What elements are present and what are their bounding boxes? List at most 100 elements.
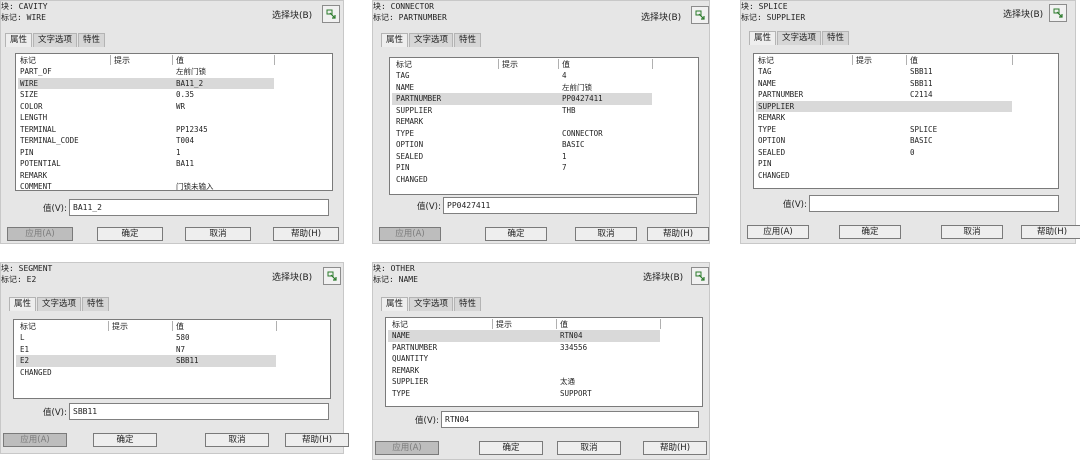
table-row[interactable]: PIN 1 [16,147,332,159]
tab-attributes[interactable]: 属性 [381,297,409,311]
tab-properties[interactable]: 特性 [78,33,106,47]
table-row[interactable]: NAME SBB11 [754,78,1058,90]
ok-button[interactable]: 确定 [485,227,547,241]
select-block-button[interactable]: 选择块(B) [643,270,683,283]
tab-bar: 属性 文字选项 特性 [5,33,106,47]
table-row[interactable]: TERMINAL PP12345 [16,124,332,136]
table-row[interactable]: REMARK [16,170,332,182]
cancel-button[interactable]: 取消 [205,433,269,447]
select-block-icon[interactable] [322,5,340,23]
row-tag: PART_OF [20,67,52,76]
column-hint: 提示 [114,56,130,65]
table-row[interactable]: L 580 [14,332,330,344]
cancel-button[interactable]: 取消 [575,227,637,241]
attribute-table: 标记 提示 值 TAG 4 NAME 左前门锁 PARTNUMBER PP0427411 SUPP… [389,57,699,195]
value-input[interactable]: RTN04 [441,411,699,428]
help-button[interactable]: 帮助(H) [285,433,349,447]
table-row[interactable]: E2 SBB11 [14,355,330,367]
table-row[interactable]: PIN [754,158,1058,170]
table-row[interactable]: TYPE SUPPORT [386,388,702,400]
tab-properties[interactable]: 特性 [454,297,482,311]
table-row[interactable]: LENGTH [16,112,332,124]
ok-button[interactable]: 确定 [97,227,163,241]
table-row[interactable]: REMARK [390,116,698,128]
table-row[interactable]: OPTION BASIC [754,135,1058,147]
row-tag: REMARK [396,117,424,126]
table-row[interactable]: NAME RTN04 [386,330,702,342]
table-row[interactable]: NAME 左前门锁 [390,82,698,94]
value-label: 值(V): [783,200,807,210]
tab-text-options[interactable]: 文字选项 [409,297,454,311]
table-row[interactable]: CHANGED [14,367,330,379]
table-row[interactable]: SIZE 0.35 [16,89,332,101]
table-row[interactable]: OPTION BASIC [390,139,698,151]
help-button[interactable]: 帮助(H) [643,441,707,455]
row-tag: SUPPLIER [392,377,429,386]
ok-button[interactable]: 确定 [479,441,543,455]
row-tag: CHANGED [758,170,790,180]
help-button[interactable]: 帮助(H) [273,227,339,241]
help-button[interactable]: 帮助(H) [647,227,709,241]
value-label: 值(V): [43,408,67,418]
tab-text-options[interactable]: 文字选项 [777,31,822,45]
ok-button[interactable]: 确定 [839,225,901,239]
table-row[interactable]: CHANGED [390,174,698,186]
apply-button[interactable]: 应用(A) [747,225,809,239]
attribute-dialog-splice: 块: SPLICE 标记: SUPPLIER 选择块(B) 属性 文字选项 特性 标记 提示值… [740,0,1080,244]
cancel-button[interactable]: 取消 [185,227,251,241]
table-row[interactable]: POTENTIAL BA11 [16,158,332,170]
tag-value: NAME [398,275,418,284]
table-row[interactable]: TYPE SPLICE [754,124,1058,136]
select-block-icon[interactable] [323,267,341,285]
column-separator [498,59,499,69]
select-block-button[interactable]: 选择块(B) [272,8,312,21]
value-input[interactable]: PP0427411 [443,197,697,214]
tab-properties[interactable]: 特性 [454,33,482,47]
table-row[interactable]: SEALED 0 [754,147,1058,159]
value-input[interactable] [809,195,1059,212]
table-row[interactable]: PARTNUMBER PP0427411 [390,93,698,105]
table-row[interactable]: CHANGED [754,170,1058,182]
value-input[interactable]: SBB11 [69,403,329,420]
table-row[interactable]: COMMENT 门锁未输入 [16,181,332,190]
table-row[interactable]: SUPPLIER [754,100,1058,112]
tab-attributes[interactable]: 属性 [381,33,409,47]
select-block-icon[interactable] [1049,4,1067,22]
table-row[interactable]: SEALED 1 [390,151,698,163]
select-block-button[interactable]: 选择块(B) [272,270,312,283]
table-row[interactable]: E1 N7 [14,344,330,356]
cancel-button[interactable]: 取消 [941,225,1003,239]
select-block-button[interactable]: 选择块(B) [1003,7,1043,20]
select-block-icon[interactable] [691,6,709,24]
select-block-button[interactable]: 选择块(B) [641,10,681,23]
table-row[interactable]: TERMINAL_CODE T004 [16,135,332,147]
table-row[interactable]: PIN 7 [390,162,698,174]
table-row[interactable]: TYPE CONNECTOR [390,128,698,140]
ok-button[interactable]: 确定 [93,433,157,447]
tab-text-options[interactable]: 文字选项 [33,33,78,47]
table-row[interactable]: SUPPLIER THB [390,105,698,117]
table-row[interactable]: QUANTITY [386,353,702,365]
table-row[interactable]: PART_OF 左前门锁 [16,66,332,78]
table-row[interactable]: WIRE BA11_2 [16,77,332,89]
tab-properties[interactable]: 特性 [822,31,850,45]
table-row[interactable]: REMARK [386,365,702,377]
tab-text-options[interactable]: 文字选项 [37,297,82,311]
tab-attributes[interactable]: 属性 [5,33,33,47]
table-row[interactable]: PARTNUMBER 334556 [386,342,702,354]
tab-attributes[interactable]: 属性 [9,297,37,311]
value-row: 值(V): SBB11 [15,403,331,421]
table-row[interactable]: PARTNUMBER C2114 [754,89,1058,101]
select-block-icon[interactable] [691,267,709,285]
tab-text-options[interactable]: 文字选项 [409,33,454,47]
help-button[interactable]: 帮助(H) [1021,225,1080,239]
value-input[interactable]: BA11_2 [69,199,329,216]
table-row[interactable]: TAG SBB11 [754,66,1058,78]
table-row[interactable]: COLOR WR [16,101,332,113]
table-row[interactable]: TAG 4 [390,70,698,82]
tab-properties[interactable]: 特性 [82,297,110,311]
cancel-button[interactable]: 取消 [557,441,621,455]
table-row[interactable]: REMARK [754,112,1058,124]
table-row[interactable]: SUPPLIER 太通 [386,376,702,388]
tab-attributes[interactable]: 属性 [749,31,777,45]
